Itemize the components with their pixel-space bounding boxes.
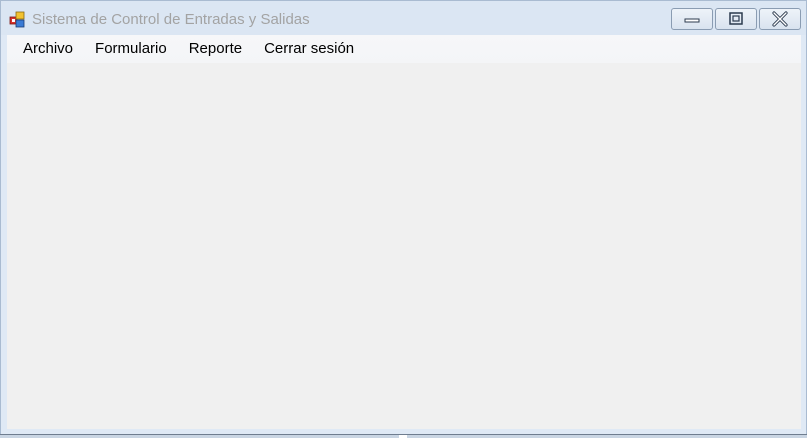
window-title: Sistema de Control de Entradas y Salidas	[32, 11, 310, 28]
client-area: Archivo Formulario Reporte Cerrar sesión	[7, 35, 801, 429]
maximize-button[interactable]	[715, 8, 757, 30]
menu-item-cerrar-sesion[interactable]: Cerrar sesión	[255, 35, 363, 63]
menu-item-reporte[interactable]: Reporte	[180, 35, 251, 63]
close-button[interactable]	[759, 8, 801, 30]
main-window: Sistema de Control de Entradas y Salidas…	[0, 0, 807, 438]
maximize-icon	[729, 12, 743, 25]
minimize-button[interactable]	[671, 8, 713, 30]
title-bar[interactable]: Sistema de Control de Entradas y Salidas	[1, 1, 806, 35]
close-icon	[772, 11, 788, 27]
minimize-icon	[684, 18, 700, 23]
menu-item-archivo[interactable]: Archivo	[14, 35, 82, 63]
app-windows-icon[interactable]	[9, 11, 27, 29]
menu-item-formulario[interactable]: Formulario	[86, 35, 176, 63]
menu-bar: Archivo Formulario Reporte Cerrar sesión	[7, 35, 801, 63]
